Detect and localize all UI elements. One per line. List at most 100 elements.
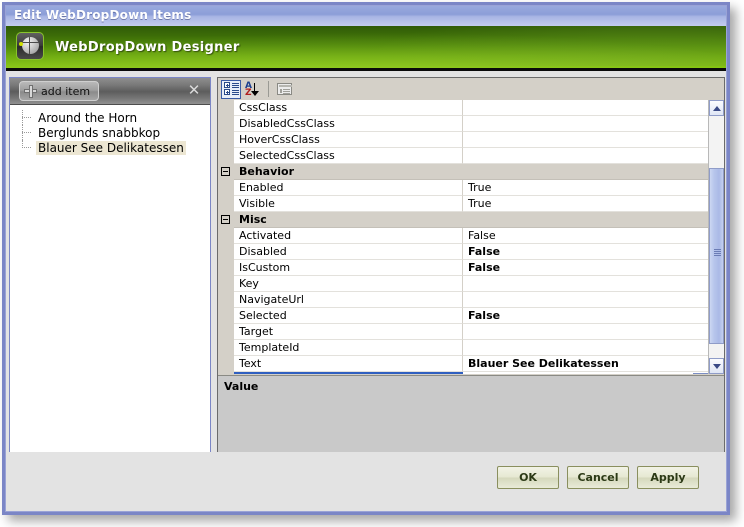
row-gutter bbox=[218, 196, 234, 212]
row-gutter bbox=[218, 116, 234, 132]
property-row[interactable]: Disabled False bbox=[218, 244, 708, 260]
scroll-up-icon[interactable] bbox=[709, 100, 724, 116]
property-row[interactable]: Key bbox=[218, 276, 708, 292]
scrollbar-track[interactable] bbox=[709, 116, 724, 358]
property-value[interactable]: True bbox=[463, 196, 708, 212]
property-row[interactable]: Text Blauer See Delikatessen bbox=[218, 356, 708, 372]
list-item-label: Around the Horn bbox=[38, 110, 138, 125]
dialog-body: add item ✕ Around the Horn Berglunds snab… bbox=[5, 71, 727, 512]
property-name: Value bbox=[234, 372, 463, 374]
alphabetical-sort-glyph: AZ bbox=[245, 81, 261, 98]
property-value[interactable] bbox=[498, 164, 708, 180]
tree-connector-dash bbox=[22, 147, 31, 148]
collapse-expander-icon[interactable] bbox=[221, 167, 230, 176]
scroll-down-icon[interactable] bbox=[709, 358, 724, 374]
property-value[interactable] bbox=[463, 292, 708, 308]
property-grid[interactable]: CssClass DisabledCssClass HoverCssClass Sel… bbox=[218, 100, 724, 374]
property-value-text: False bbox=[468, 229, 496, 242]
property-name: Target bbox=[234, 324, 463, 340]
property-grid-panel: AZ CssClass DisabledCssClass HoverCssClass… bbox=[217, 77, 725, 464]
property-value-text: True bbox=[468, 181, 492, 194]
property-name: Enabled bbox=[234, 180, 463, 196]
row-gutter bbox=[218, 244, 234, 260]
delete-item-button[interactable]: ✕ bbox=[186, 82, 202, 99]
property-grid-toolbar: AZ bbox=[218, 78, 724, 101]
property-row[interactable]: HoverCssClass bbox=[218, 132, 708, 148]
alphabetical-sort-icon[interactable]: AZ bbox=[243, 80, 263, 99]
property-grid-scrollbar[interactable] bbox=[708, 100, 724, 374]
property-value[interactable] bbox=[463, 116, 708, 132]
ok-button[interactable]: OK bbox=[497, 466, 559, 489]
window-title: Edit WebDropDown Items bbox=[14, 8, 192, 22]
dialog-footer: OK Cancel Apply bbox=[5, 452, 727, 512]
apply-button[interactable]: Apply bbox=[637, 466, 699, 489]
chevron-down-icon[interactable] bbox=[693, 372, 708, 374]
property-row[interactable]: Target bbox=[218, 324, 708, 340]
property-value[interactable]: False bbox=[463, 308, 708, 324]
property-name: HoverCssClass bbox=[234, 132, 463, 148]
items-tree-list[interactable]: Around the Horn Berglunds snabbkop Blauer … bbox=[10, 105, 210, 463]
property-grid-rows: CssClass DisabledCssClass HoverCssClass Sel… bbox=[218, 100, 709, 374]
cancel-button[interactable]: Cancel bbox=[567, 466, 629, 489]
property-value[interactable] bbox=[463, 100, 708, 116]
toolbar-separator bbox=[268, 81, 269, 97]
window-titlebar: Edit WebDropDown Items bbox=[5, 5, 727, 27]
scrollbar-thumb[interactable] bbox=[709, 168, 724, 344]
list-item[interactable]: Berglunds snabbkop bbox=[10, 125, 210, 140]
property-value[interactable]: True bbox=[463, 180, 708, 196]
row-gutter bbox=[218, 340, 234, 356]
property-value[interactable]: False bbox=[463, 244, 708, 260]
property-value[interactable] bbox=[463, 276, 708, 292]
property-row[interactable]: IsCustom False bbox=[218, 260, 708, 276]
list-item-label: Blauer See Delikatessen bbox=[36, 140, 186, 155]
list-item[interactable]: Around the Horn bbox=[10, 110, 210, 125]
property-value[interactable]: False bbox=[463, 260, 708, 276]
property-value-text: False bbox=[468, 245, 501, 258]
property-pages-icon[interactable] bbox=[274, 80, 294, 99]
property-category-row[interactable]: Behavior bbox=[218, 164, 708, 180]
property-name: Behavior bbox=[234, 164, 499, 180]
collapse-expander-icon[interactable] bbox=[221, 215, 230, 224]
property-row[interactable]: CssClass bbox=[218, 100, 708, 116]
property-name: NavigateUrl bbox=[234, 292, 463, 308]
property-value[interactable] bbox=[484, 212, 709, 228]
property-row[interactable]: SelectedCssClass bbox=[218, 148, 708, 164]
property-category-row[interactable]: Misc bbox=[218, 212, 709, 228]
tree-connector-dash bbox=[22, 132, 31, 133]
categorized-view-glyph bbox=[223, 82, 239, 96]
row-gutter bbox=[218, 132, 234, 148]
property-name: DisabledCssClass bbox=[234, 116, 463, 132]
webdropdown-logo-icon bbox=[16, 32, 44, 60]
categorized-view-icon[interactable] bbox=[221, 79, 241, 99]
property-row[interactable]: Enabled True bbox=[218, 180, 708, 196]
property-value[interactable] bbox=[463, 148, 708, 164]
property-row[interactable]: Visible True bbox=[218, 196, 708, 212]
property-description-title: Value bbox=[224, 380, 259, 393]
property-row[interactable]: DisabledCssClass bbox=[218, 116, 708, 132]
list-item[interactable]: Blauer See Delikatessen bbox=[10, 140, 210, 155]
property-value[interactable] bbox=[463, 324, 708, 340]
property-name: Misc bbox=[234, 212, 485, 228]
add-item-button[interactable]: add item bbox=[19, 81, 100, 101]
row-gutter bbox=[218, 228, 234, 244]
property-value[interactable]: Blauer See Delikatessen bbox=[463, 356, 708, 372]
property-row[interactable]: Selected False bbox=[218, 308, 708, 324]
property-name: IsCustom bbox=[234, 260, 463, 276]
property-row[interactable]: TemplateId bbox=[218, 340, 708, 356]
property-row[interactable]: NavigateUrl bbox=[218, 292, 708, 308]
property-value[interactable] bbox=[463, 340, 708, 356]
edit-webdropdown-items-window: Edit WebDropDown Items WebDropDown Desig… bbox=[2, 2, 730, 515]
property-value-text: Blauer See Delikatessen bbox=[468, 357, 619, 370]
row-gutter bbox=[218, 100, 234, 116]
property-value[interactable]: False bbox=[463, 228, 708, 244]
property-row[interactable]: Activated False bbox=[218, 228, 708, 244]
property-name: Disabled bbox=[234, 244, 463, 260]
row-gutter bbox=[218, 324, 234, 340]
property-value[interactable] bbox=[463, 132, 708, 148]
property-row[interactable]: Value BLAUS bbox=[218, 372, 708, 374]
property-value[interactable]: BLAUS bbox=[463, 372, 708, 374]
banner-title: WebDropDown Designer bbox=[55, 40, 240, 55]
row-gutter bbox=[218, 180, 234, 196]
row-gutter bbox=[218, 148, 234, 164]
row-gutter bbox=[218, 276, 234, 292]
